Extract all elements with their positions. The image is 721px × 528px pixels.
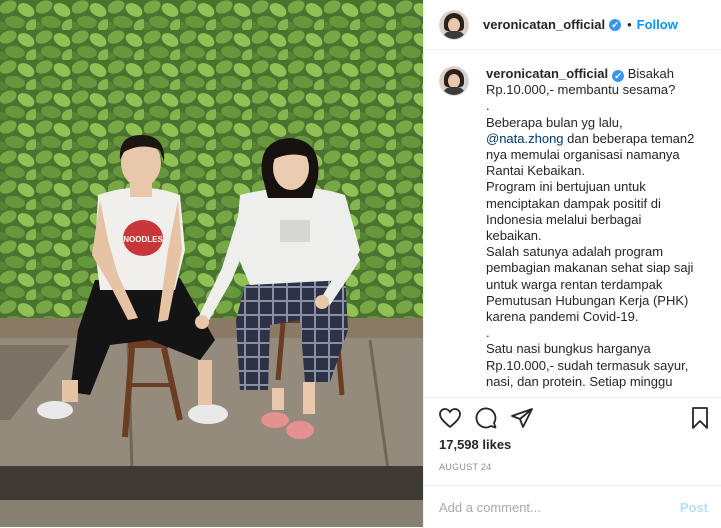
post-comment-button[interactable]: Post <box>680 500 708 515</box>
share-icon[interactable] <box>510 406 534 435</box>
caption-line: . <box>486 325 490 341</box>
caption-line: . <box>486 98 490 114</box>
caption-line: nya memulai organisasi namanya <box>486 147 680 163</box>
caption: veronicatan_official ✔ Bisakah Rp.10.000,… <box>439 66 711 390</box>
heart-icon[interactable] <box>438 406 462 435</box>
caption-line: menciptakan dampak positif di <box>486 195 661 211</box>
header-username[interactable]: veronicatan_official <box>483 17 605 32</box>
caption-line: nasi, dan protein. Setiap minggu <box>486 373 673 389</box>
caption-username[interactable]: veronicatan_official <box>486 66 608 81</box>
separator-dot: • <box>627 17 632 32</box>
caption-line: Salah satunya adalah program <box>486 244 664 260</box>
post-details-panel: veronicatan_official ✔ • Follow veronica… <box>423 0 721 527</box>
post-header: veronicatan_official ✔ • Follow <box>424 0 721 50</box>
caption-line: pembagian makanan sehat siap saji <box>486 260 694 276</box>
action-bar <box>424 397 721 440</box>
caption-line: untuk warga rentan terdampak <box>486 276 663 292</box>
caption-line: Indonesia melalui berbagai <box>486 211 642 227</box>
photo-illustration: NOODLES <box>0 0 423 527</box>
comment-input[interactable] <box>439 499 680 515</box>
caption-avatar[interactable] <box>439 66 469 96</box>
caption-scroll-area[interactable]: veronicatan_official ✔ Bisakah Rp.10.000,… <box>439 66 711 396</box>
mention-link[interactable]: @nata.zhong <box>486 131 564 146</box>
caption-line: Rp.10.000,- sudah termasuk sayur, <box>486 357 689 373</box>
caption-line: kebaikan. <box>486 228 542 244</box>
avatar[interactable] <box>439 9 469 40</box>
shirt-print-text: NOODLES <box>123 235 163 244</box>
post-photo[interactable]: NOODLES <box>0 0 423 527</box>
verified-icon: ✔ <box>612 70 625 82</box>
caption-line: karena pandemi Covid-19. <box>486 309 639 325</box>
caption-line: Rp.10.000,- membantu sesama? <box>486 82 676 98</box>
verified-icon: ✔ <box>609 18 622 31</box>
follow-button[interactable]: Follow <box>637 17 678 32</box>
caption-line: Satu nasi bungkus harganya <box>486 341 651 357</box>
caption-line: Program ini bertujuan untuk <box>486 179 646 195</box>
caption-line-mention: @nata.zhong dan beberapa teman2 <box>486 130 695 146</box>
comment-bar: Post <box>424 485 721 528</box>
post-date[interactable]: AUGUST 24 <box>439 462 492 472</box>
comment-icon[interactable] <box>474 406 498 435</box>
caption-line: Beberapa bulan yg lalu, <box>486 114 623 130</box>
bookmark-icon[interactable] <box>688 406 712 435</box>
caption-text: veronicatan_official ✔ Bisakah Rp.10.000,… <box>486 66 701 390</box>
likes-count[interactable]: 17,598 likes <box>439 437 511 452</box>
caption-line: Bisakah <box>627 66 674 81</box>
caption-line: Pemutusan Hubungan Kerja (PHK) <box>486 292 689 308</box>
caption-line: Rantai Kebaikan. <box>486 163 586 179</box>
